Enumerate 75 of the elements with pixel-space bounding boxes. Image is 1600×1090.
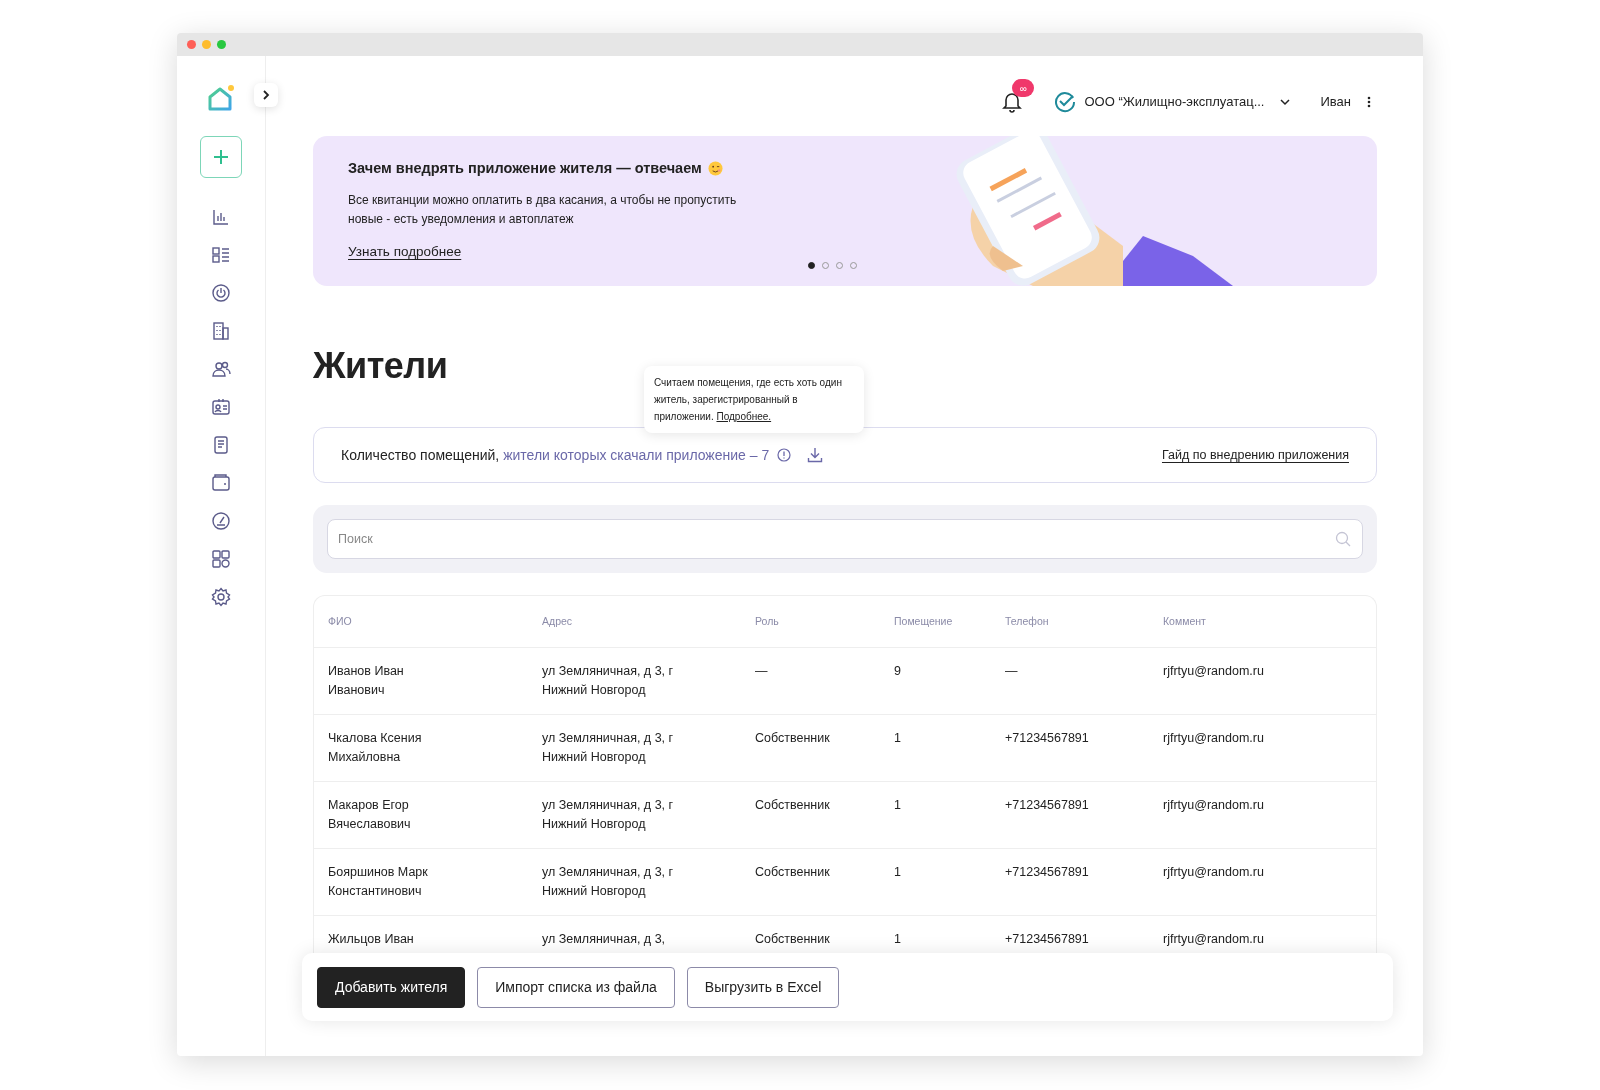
column-header[interactable]: Коммент [1163, 615, 1206, 628]
info-icon[interactable] [777, 448, 792, 463]
download-icon[interactable] [807, 447, 824, 464]
plus-icon [213, 149, 229, 165]
resident-name: Чкалова Ксения Михайловна [328, 730, 423, 767]
action-button[interactable]: Импорт списка из файла [477, 966, 675, 1008]
check-circle-icon [1054, 91, 1077, 113]
action-button[interactable]: Добавить жителя [317, 966, 466, 1008]
comment-cell: rjfrtyu@random.ru [1163, 932, 1264, 947]
carousel-dot[interactable] [808, 262, 815, 269]
column-header[interactable]: Роль [755, 615, 779, 628]
power-icon[interactable] [211, 283, 231, 303]
settings-icon[interactable] [211, 587, 231, 607]
role-cell: Собственник [755, 798, 830, 813]
role-cell: Собственник [755, 731, 830, 746]
resident-name: Жильцов Иван [328, 931, 414, 949]
guide-link[interactable]: Гайд по внедрению приложения [1161, 445, 1349, 465]
role-cell: — [755, 664, 768, 679]
notification-badge: ∞ [1012, 79, 1035, 97]
house-logo-icon[interactable] [207, 84, 235, 112]
resident-name: Иванов Иван Иванович [328, 663, 405, 700]
address-cell-text: ул Земляничная, д 3, г Нижний Новгород [542, 730, 675, 767]
bell-icon[interactable] [1002, 91, 1023, 113]
column-header[interactable]: Телефон [1005, 615, 1049, 628]
role-cell: Собственник [755, 932, 830, 947]
user-name[interactable]: Иван [1320, 92, 1351, 112]
column-header[interactable]: Помещение [894, 615, 953, 628]
grid-icon[interactable] [211, 549, 231, 569]
room-cell: 1 [894, 865, 901, 880]
search-field[interactable]: Поиск [327, 519, 1363, 560]
room-cell: 1 [894, 731, 901, 746]
tooltip-link[interactable]: Подробнее. [716, 411, 772, 422]
address-cell-text: ул Земляничная, д 3, г Нижний Новгород [542, 864, 675, 901]
chevron-down-icon[interactable] [1280, 98, 1291, 106]
role-cell: Собственник [755, 865, 830, 880]
page-title: Жители [313, 345, 448, 386]
gauge-icon[interactable] [211, 511, 231, 531]
banner-text: Все квитанции можно оплатить в два касания, а чтобы не пропустить новые - есть уведомления и автоплатеж [348, 192, 738, 229]
room-cell: 1 [894, 798, 901, 813]
comment-cell: rjfrtyu@random.ru [1163, 664, 1264, 679]
chart-icon[interactable] [211, 207, 231, 227]
building-icon[interactable] [211, 321, 231, 341]
resident-name: Бояршинов Марк Константинович [328, 864, 429, 901]
comment-cell: rjfrtyu@random.ru [1163, 798, 1264, 813]
info-count: – 7 [749, 445, 770, 465]
organization-selector[interactable]: ООО “Жилищно-эксплуатац... [1084, 92, 1265, 112]
address-cell-text: ул Земляничная, д 3, г Нижний Новгород [542, 663, 675, 700]
phone-cell: +71234567891 [1005, 932, 1089, 947]
action-button[interactable]: Выгрузить в Excel [686, 966, 840, 1008]
people-icon[interactable] [211, 359, 231, 379]
wallet-icon[interactable] [211, 473, 231, 493]
id-card-icon[interactable] [211, 397, 231, 417]
chevron-right-icon [261, 90, 271, 100]
expand-button[interactable] [254, 83, 278, 107]
winking-face-icon [707, 161, 723, 177]
document-icon[interactable] [211, 435, 231, 455]
info-highlight: жители которых скачали приложение [503, 445, 746, 465]
phone-cell: +71234567891 [1005, 865, 1089, 880]
phone-cell: — [1005, 664, 1018, 679]
address-cell-text: ул Земляничная, д 3, г Нижний Новгород [542, 797, 675, 834]
banner-title: Зачем внедрять приложение жителя — отвечаем [348, 160, 702, 178]
comment-cell: rjfrtyu@random.ru [1163, 731, 1264, 746]
address-cell-text: ул Земляничная, д 3, [542, 931, 666, 949]
learn-more-link[interactable]: Узнать подробнее [348, 244, 462, 260]
comment-cell: rjfrtyu@random.ru [1163, 865, 1264, 880]
list-icon[interactable] [211, 245, 231, 265]
column-header[interactable]: ФИО [328, 615, 352, 628]
tooltip: Считаем помещения, где есть хоть один житель, зарегистрированный в приложении. Подробнее. [644, 366, 864, 433]
room-cell: 1 [894, 932, 901, 947]
resident-name: Макаров Егор Вячеславович [328, 797, 412, 834]
phone-cell: +71234567891 [1005, 798, 1089, 813]
more-icon[interactable] [1367, 96, 1371, 108]
info-label: Количество помещений, [341, 445, 500, 465]
phone-cell: +71234567891 [1005, 731, 1089, 746]
room-cell: 9 [894, 664, 901, 679]
